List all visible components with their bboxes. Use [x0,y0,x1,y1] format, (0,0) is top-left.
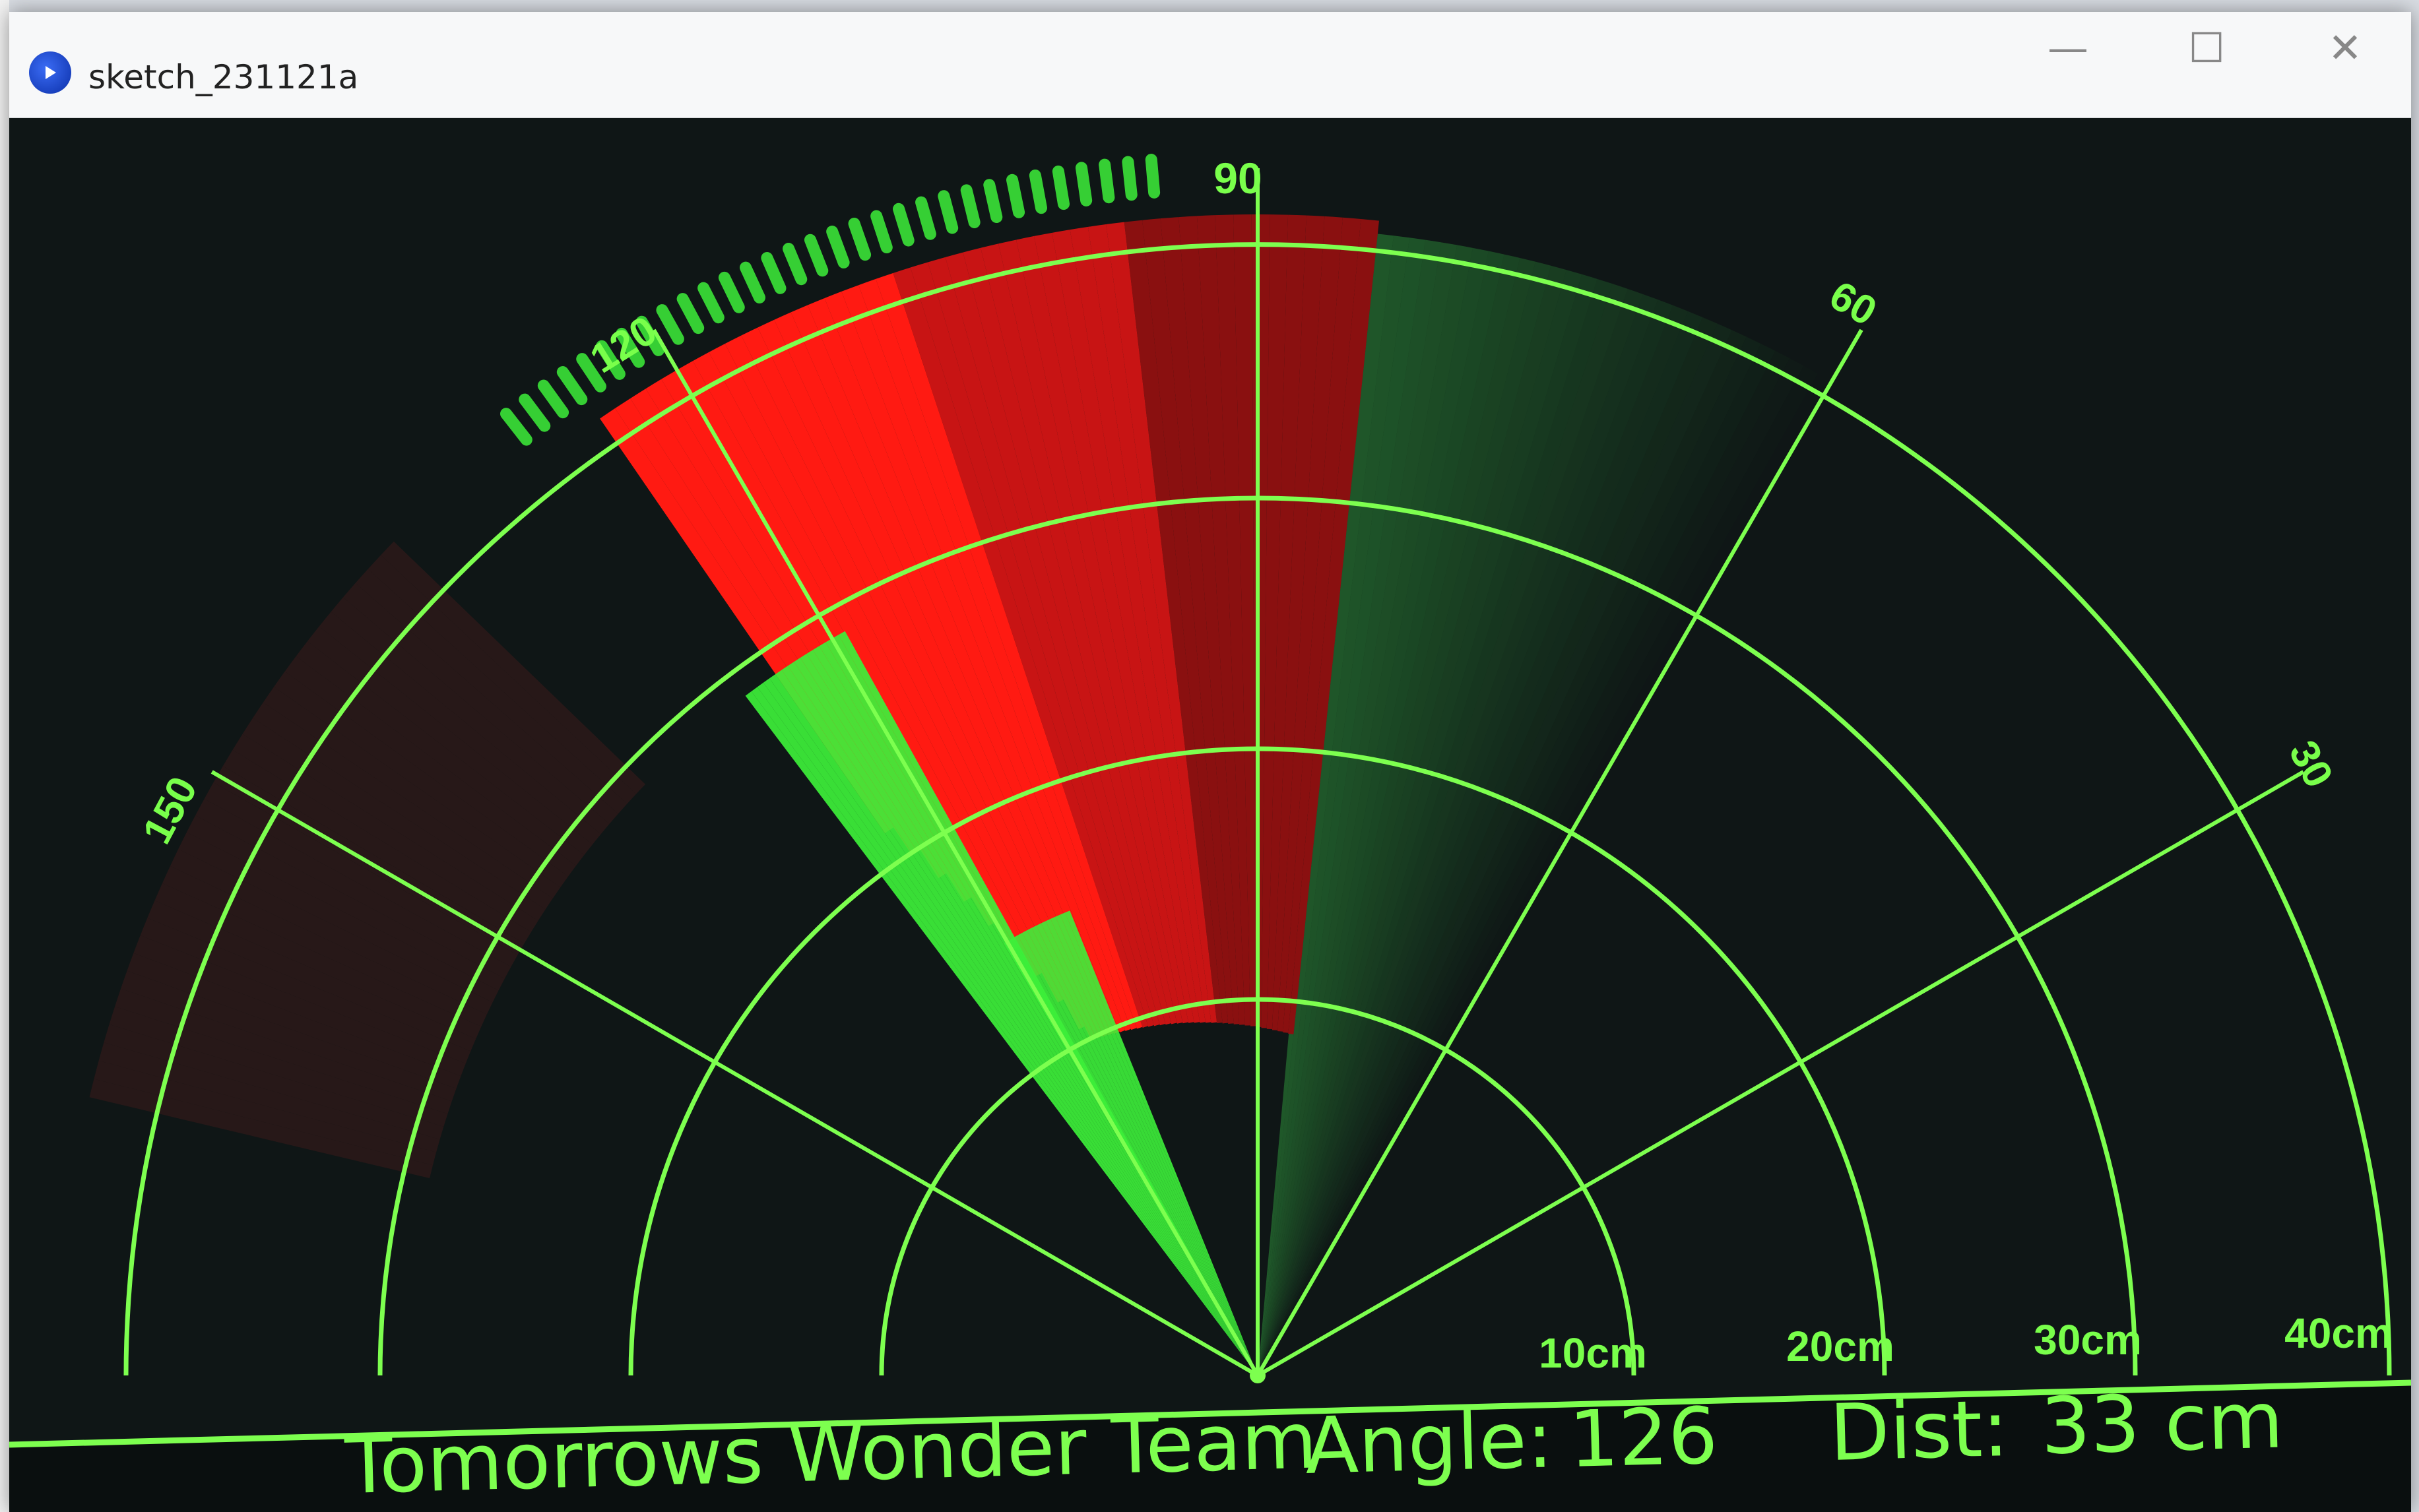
radar-canvas: 90 60 30 120 150 10cm 20cm 30cm 40cm Tom… [9,117,2411,1512]
sweep-cap [1145,154,1161,199]
background-window-strip [0,0,9,1512]
maximize-button[interactable]: ☐ [2141,18,2273,78]
sweep-cap [718,271,745,313]
app-window: sketch_231121a — ☐ ✕ 90 60 30 120 150 10… [9,12,2411,1512]
sweep-cap [1052,165,1070,210]
sweep-cap [740,261,765,304]
sweep-cap [1122,156,1138,201]
sweep-cap [960,184,981,228]
angle-label-30: 30 [2280,734,2341,795]
sweep-cap [1099,158,1115,204]
sweep-cap [938,190,959,234]
sweep-cap [697,282,725,324]
angle-value: 126 [1568,1390,1719,1485]
sweep-cap [1075,162,1093,206]
distance-label-40cm: 40cm [2284,1309,2393,1357]
close-button[interactable]: ✕ [2279,18,2411,78]
sweep-cap [783,243,808,286]
processing-app-icon [29,51,71,94]
sweep-cap [826,226,850,268]
sweep-cap [537,379,569,419]
distance-label-10cm: 10cm [1539,1329,1647,1377]
sweep-cap [893,203,915,247]
window-title: sketch_231121a [88,58,359,96]
sweep-cap [519,393,551,432]
sweep-cap [676,293,705,334]
sweep-cap [1006,173,1025,218]
distance-value: 33 cm [2040,1374,2284,1472]
sweep-cap [804,234,829,277]
sweep-cap [983,179,1003,224]
angle-label-90: 90 [1213,154,1262,203]
sweep-cap [1029,169,1047,214]
sweep-cap [761,252,787,294]
angle-label: Angle: [1304,1394,1554,1492]
angle-label-60: 60 [1822,272,1884,334]
distance-label: Dist: [1828,1383,2010,1478]
sweep-cap [656,304,684,345]
radar-origin [1250,1368,1266,1383]
distance-label-30cm: 30cm [2034,1316,2142,1364]
sweep-cap [556,366,588,406]
sweep-cap [915,196,936,240]
minimize-button[interactable]: — [2002,18,2134,78]
radar-svg: 90 60 30 120 150 10cm 20cm 30cm 40cm Tom… [9,154,2411,1512]
sweep-cap [870,210,893,254]
distance-label-20cm: 20cm [1786,1323,1894,1370]
title-bar[interactable]: sketch_231121a — ☐ ✕ [9,12,2411,118]
sweep-cap [500,408,532,446]
sweep-cap [848,217,872,261]
